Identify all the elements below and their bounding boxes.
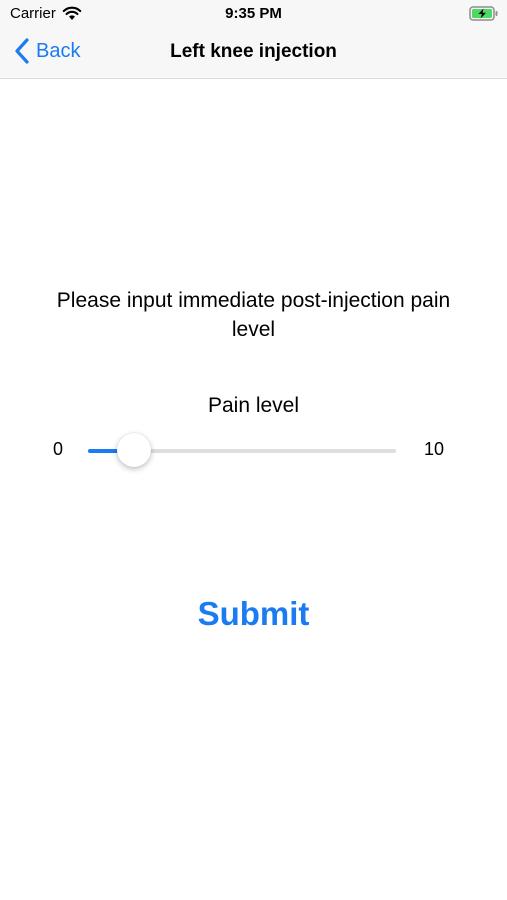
battery-charging-icon [469,6,498,21]
navigation-bar: Back Left knee injection [0,28,507,79]
slider-title: Pain level [207,394,300,417]
slider-max-label: 10 [424,439,445,459]
pain-level-slider[interactable] [88,433,396,467]
page-title: Left knee injection [170,41,337,62]
status-bar: Carrier 9:35 PM [0,0,507,28]
slider-thumb[interactable] [117,433,152,467]
pain-prompt: Please input immediate post-injection pa… [56,289,451,341]
submit-button[interactable]: Submit [0,595,507,633]
slider-min-label: 0 [53,439,64,459]
status-time: 9:35 PM [225,5,282,22]
